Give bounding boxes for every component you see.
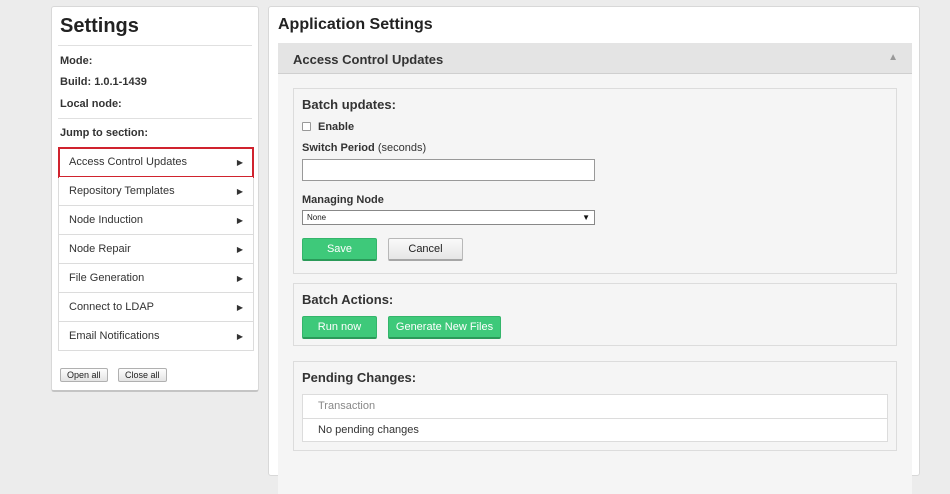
generate-new-files-button[interactable]: Generate New Files	[388, 316, 501, 339]
pending-changes-card: Pending Changes: Transaction No pending …	[293, 361, 897, 451]
chevron-right-icon: ▶	[236, 332, 243, 341]
switch-period-input[interactable]	[302, 159, 595, 181]
sidebar-item-email-notifications[interactable]: Email Notifications ▶	[59, 322, 253, 351]
chevron-right-icon: ▶	[236, 303, 243, 312]
enable-checkbox[interactable]	[302, 122, 311, 131]
chevron-right-icon: ▶	[236, 216, 243, 225]
card-title: Batch Actions:	[302, 292, 394, 307]
sidebar-item-label: Repository Templates	[69, 185, 175, 197]
divider	[58, 118, 252, 119]
application-settings-panel: Application Settings Access Control Upda…	[268, 6, 920, 494]
local-node-label: Local node:	[60, 98, 122, 110]
section-nav-list: Access Control Updates ▶ Repository Temp…	[58, 147, 254, 351]
chevron-right-icon: ▶	[236, 187, 243, 196]
sidebar-item-label: Connect to LDAP	[69, 301, 154, 313]
collapse-icon[interactable]: ▲	[888, 52, 898, 63]
table-header: Transaction	[303, 395, 887, 419]
sidebar-item-label: Email Notifications	[69, 330, 160, 342]
switch-period-label: Switch Period (seconds)	[302, 142, 426, 154]
managing-node-label: Managing Node	[302, 194, 384, 206]
card-title: Batch updates:	[302, 97, 396, 112]
sidebar-item-access-control-updates[interactable]: Access Control Updates ▶	[58, 147, 254, 178]
empty-state-text: No pending changes	[318, 424, 419, 436]
managing-node-value: None	[307, 213, 327, 222]
switch-period-label-text: Switch Period	[302, 142, 375, 154]
sidebar-item-label: File Generation	[69, 272, 145, 284]
sidebar-item-label: Access Control Updates	[69, 156, 187, 168]
sidebar-item-node-repair[interactable]: Node Repair ▶	[59, 235, 253, 264]
sidebar-item-node-induction[interactable]: Node Induction ▶	[59, 206, 253, 235]
open-all-button[interactable]: Open all	[60, 368, 108, 382]
cancel-button[interactable]: Cancel	[388, 238, 463, 261]
section-body: Batch updates: Enable Switch Period (sec…	[278, 74, 912, 494]
column-header-transaction: Transaction	[318, 400, 376, 412]
section-header-access-control-updates[interactable]: Access Control Updates ▲	[278, 43, 912, 74]
enable-label: Enable	[318, 121, 355, 133]
sidebar-title: Settings	[60, 15, 139, 37]
sidebar-item-repository-templates[interactable]: Repository Templates ▶	[59, 177, 253, 206]
managing-node-select[interactable]: None ▼	[302, 210, 595, 225]
dropdown-arrow-icon: ▼	[582, 213, 590, 222]
chevron-right-icon: ▶	[236, 245, 243, 254]
sidebar-item-file-generation[interactable]: File Generation ▶	[59, 264, 253, 293]
page-title: Application Settings	[278, 16, 433, 33]
run-now-button[interactable]: Run now	[302, 316, 377, 339]
sidebar-item-connect-to-ldap[interactable]: Connect to LDAP ▶	[59, 293, 253, 322]
batch-updates-card: Batch updates: Enable Switch Period (sec…	[293, 88, 897, 274]
switch-period-hint: (seconds)	[377, 142, 427, 154]
section-title: Access Control Updates	[293, 52, 444, 67]
sidebar-item-label: Node Induction	[69, 214, 143, 226]
save-button[interactable]: Save	[302, 238, 377, 261]
chevron-right-icon: ▶	[236, 274, 243, 283]
build-label: Build: 1.0.1-1439	[60, 76, 147, 88]
batch-actions-card: Batch Actions: Run now Generate New File…	[293, 283, 897, 346]
divider	[58, 45, 252, 46]
settings-sidebar: Settings Mode: Build: 1.0.1-1439 Local n…	[51, 6, 259, 392]
mode-label: Mode:	[60, 55, 93, 67]
close-all-button[interactable]: Close all	[118, 368, 167, 382]
pending-changes-table: Transaction No pending changes	[302, 394, 888, 442]
chevron-right-icon: ▶	[236, 158, 243, 167]
sidebar-item-label: Node Repair	[69, 243, 131, 255]
card-title: Pending Changes:	[302, 370, 417, 385]
jump-to-section-label: Jump to section:	[60, 127, 149, 139]
